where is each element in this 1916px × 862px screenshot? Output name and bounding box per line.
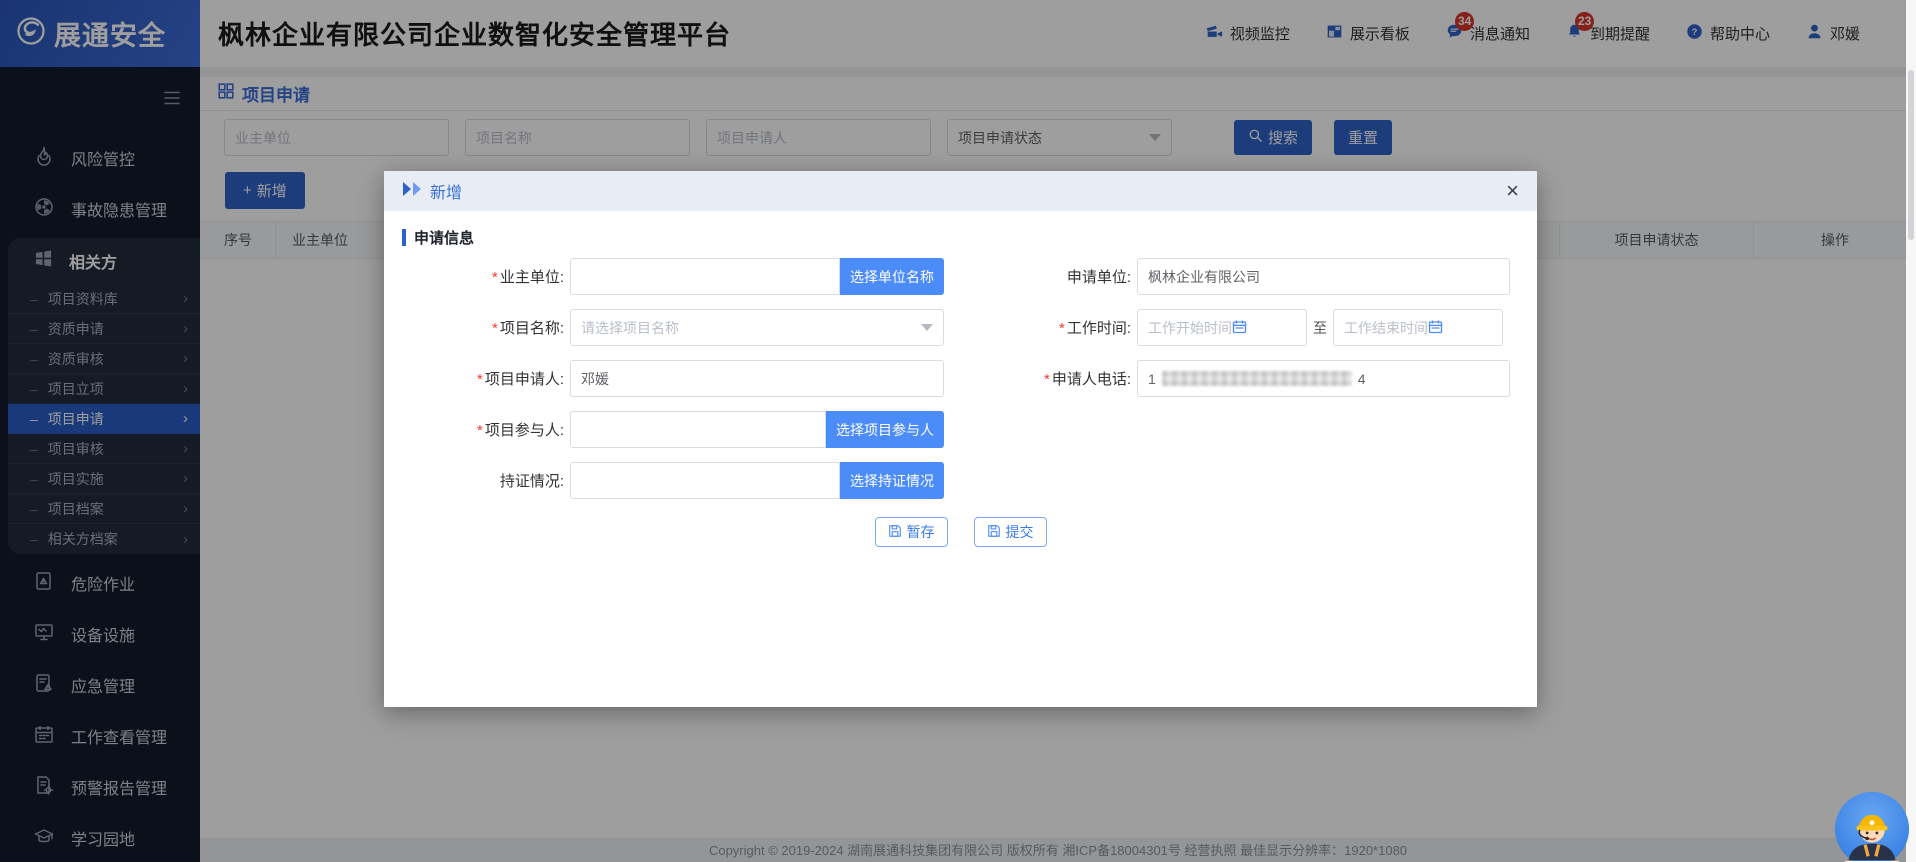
- section-application-info: 申请信息: [384, 227, 1537, 248]
- floppy-icon: [888, 524, 902, 541]
- owner-unit-label: *业主单位:: [384, 266, 570, 287]
- phone-input[interactable]: 1 4: [1137, 360, 1510, 397]
- certificates-input[interactable]: [570, 462, 840, 499]
- phone-value-end: 4: [1358, 371, 1366, 387]
- add-dialog-title: 新增: [430, 179, 462, 203]
- save-draft-button[interactable]: 暂存: [875, 517, 948, 547]
- phone-label: *申请人电话:: [950, 368, 1137, 389]
- required-star: *: [492, 269, 498, 286]
- owner-unit-input[interactable]: [570, 258, 840, 295]
- add-dialog-body: 申请信息 *业主单位: 选择单位名称 申请单位:: [384, 211, 1537, 547]
- work-end-date-input[interactable]: 工作结束时间: [1333, 309, 1503, 346]
- calendar-icon: [1232, 319, 1247, 337]
- double-chevron-icon: [402, 181, 422, 202]
- project-name-label: *项目名称:: [384, 317, 570, 338]
- certificates-label: 持证情况:: [384, 470, 570, 491]
- applicant-input[interactable]: [570, 360, 944, 397]
- section-accent-bar: [402, 229, 406, 246]
- required-star: *: [477, 422, 483, 439]
- calendar-icon: [1428, 319, 1443, 337]
- work-time-label: *工作时间:: [950, 317, 1137, 338]
- select-participants-button[interactable]: 选择项目参与人: [826, 411, 944, 448]
- select-unit-name-button[interactable]: 选择单位名称: [840, 258, 944, 295]
- save-draft-label: 暂存: [907, 522, 935, 542]
- application-window: 展通安全 枫林企业有限公司企业数智化安全管理平台 视频监控 展示看板 消息通知: [0, 0, 1916, 862]
- online-service-widget[interactable]: 在线咨询: [1832, 790, 1912, 862]
- required-star: *: [477, 371, 483, 388]
- phone-value-start: 1: [1148, 371, 1156, 387]
- page-scrollbar[interactable]: [1906, 0, 1916, 862]
- apply-unit-input[interactable]: [1137, 258, 1510, 295]
- participants-input[interactable]: [570, 411, 826, 448]
- work-time-range: 工作开始时间 至 工作结束时间: [1137, 309, 1510, 346]
- project-name-placeholder: 请选择项目名称: [581, 318, 679, 338]
- floppy-icon: [987, 524, 1001, 541]
- close-icon[interactable]: ×: [1506, 180, 1519, 202]
- caret-down-icon: [921, 324, 933, 331]
- required-star: *: [1059, 320, 1065, 337]
- section-title: 申请信息: [414, 227, 474, 248]
- required-star: *: [492, 320, 498, 337]
- project-name-select[interactable]: 请选择项目名称: [570, 309, 944, 346]
- dialog-actions: 暂存 提交: [384, 517, 1537, 547]
- submit-label: 提交: [1006, 522, 1034, 542]
- add-dialog-header: 新增 ×: [384, 171, 1537, 211]
- redacted-blur: [1162, 371, 1352, 386]
- work-start-date-input[interactable]: 工作开始时间: [1137, 309, 1307, 346]
- select-certificates-button[interactable]: 选择持证情况: [840, 462, 944, 499]
- submit-button[interactable]: 提交: [974, 517, 1047, 547]
- application-form: *业主单位: 选择单位名称 申请单位: *项目名称:: [384, 258, 1537, 547]
- date-range-separator: 至: [1307, 318, 1333, 338]
- applicant-label: *项目申请人:: [384, 368, 570, 389]
- apply-unit-label: 申请单位:: [950, 266, 1137, 287]
- participants-label: *项目参与人:: [384, 419, 570, 440]
- required-star: *: [1044, 371, 1050, 388]
- add-dialog: 新增 × 申请信息 *业主单位: 选择单位名称: [384, 171, 1537, 707]
- scrollbar-thumb[interactable]: [1908, 70, 1914, 240]
